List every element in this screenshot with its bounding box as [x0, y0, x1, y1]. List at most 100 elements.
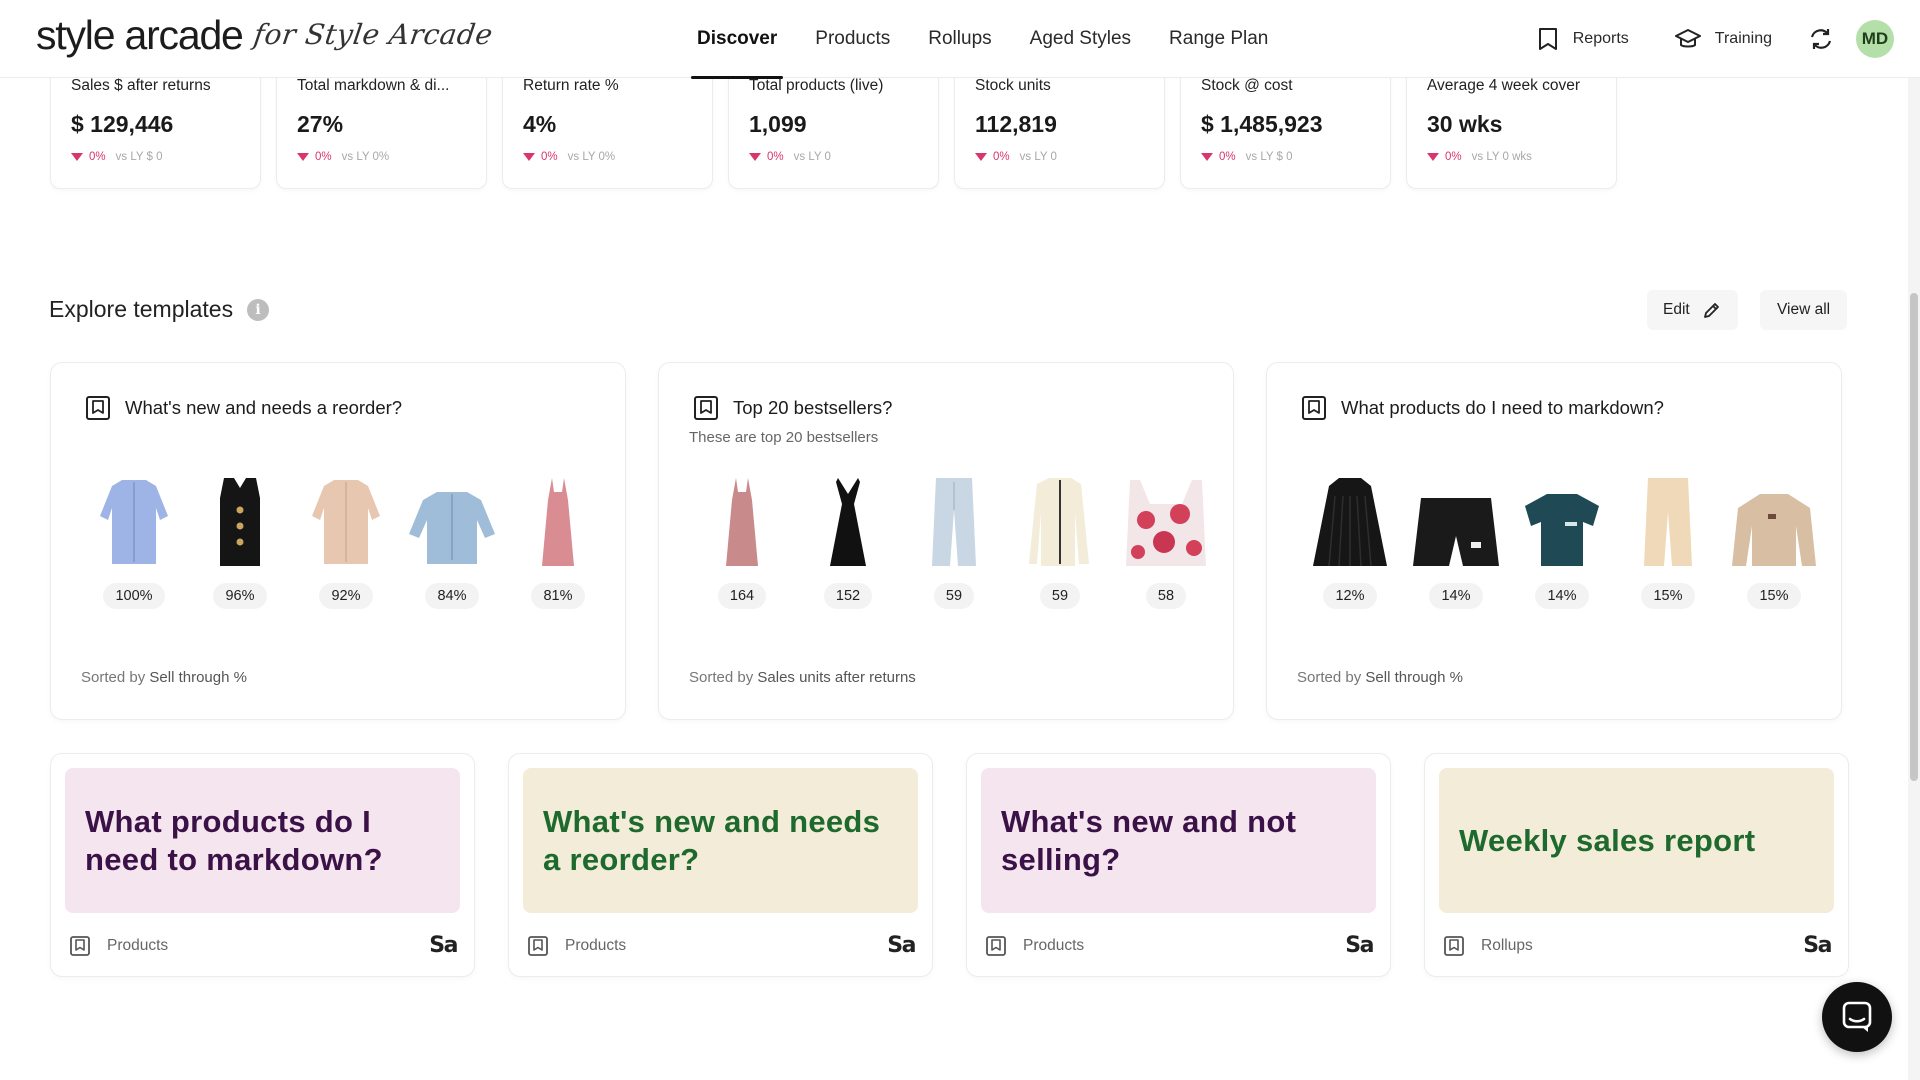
kpi-card-week-cover[interactable]: Average 4 week cover 30 wks 0% vs LY 0 wk… — [1406, 62, 1617, 189]
product-item[interactable]: 96% — [187, 473, 293, 609]
product-item[interactable]: 12% — [1297, 473, 1403, 609]
training-label: Training — [1714, 30, 1772, 47]
product-image — [1121, 473, 1211, 568]
product-image — [1729, 473, 1819, 568]
sa-logo-icon: Sa — [429, 933, 458, 958]
product-item[interactable]: 15% — [1615, 473, 1721, 609]
report-footer: Products Sa — [985, 933, 1374, 958]
brand-logo[interactable]: style arcade — [36, 12, 244, 59]
product-item[interactable]: 15% — [1721, 473, 1827, 609]
kpi-card-stock-units[interactable]: Stock units 112,819 0% vs LY 0 — [954, 62, 1165, 189]
product-image — [89, 473, 179, 568]
bookmark-icon — [70, 935, 90, 956]
tab-rollups[interactable]: Rollups — [909, 0, 1010, 78]
kpi-card-return-rate[interactable]: Return rate % 4% 0% vs LY 0% — [502, 62, 713, 189]
report-title: What's new and not selling? — [981, 768, 1376, 913]
report-category: Products — [1023, 936, 1085, 954]
delta-percent: 0% — [89, 151, 106, 163]
kpi-label: Sales $ after returns — [71, 77, 211, 94]
report-card-weekly-sales[interactable]: Weekly sales report Rollups Sa — [1424, 753, 1849, 977]
kpi-label: Stock @ cost — [1201, 77, 1293, 94]
product-item[interactable]: 152 — [795, 473, 901, 609]
delta-percent: 0% — [1219, 151, 1236, 163]
product-metric: 59 — [933, 583, 975, 609]
report-title: What products do I need to markdown? — [65, 768, 460, 913]
report-card-reorder[interactable]: What's new and needs a reorder? Products… — [508, 753, 933, 977]
sort-prefix: Sorted by — [81, 669, 146, 686]
down-arrow-icon — [1427, 153, 1439, 161]
product-item[interactable]: 164 — [689, 473, 795, 609]
product-image — [407, 473, 497, 568]
product-image — [803, 473, 893, 568]
report-card-not-selling[interactable]: What's new and not selling? Products Sa — [966, 753, 1391, 977]
down-arrow-icon — [297, 153, 309, 161]
product-image — [697, 473, 787, 568]
pencil-icon — [1703, 303, 1719, 318]
product-item[interactable]: 59 — [901, 473, 1007, 609]
product-item[interactable]: 14% — [1403, 473, 1509, 609]
scrollbar-thumb[interactable] — [1910, 293, 1918, 781]
report-card-markdown[interactable]: What products do I need to markdown? Pro… — [50, 753, 475, 977]
product-item[interactable]: 59 — [1007, 473, 1113, 609]
tab-aged-styles[interactable]: Aged Styles — [1011, 0, 1150, 78]
product-metric: 81% — [531, 583, 585, 609]
tab-discover[interactable]: Discover — [678, 0, 796, 79]
tab-products[interactable]: Products — [796, 0, 909, 78]
kpi-value: 27% — [297, 111, 344, 137]
kpi-value: 4% — [523, 111, 557, 137]
edit-button[interactable]: Edit — [1647, 290, 1738, 330]
kpi-card-sales[interactable]: Sales $ after returns $ 129,446 0% vs LY … — [50, 62, 261, 189]
delta-percent: 0% — [541, 151, 558, 163]
product-item[interactable]: 100% — [81, 473, 187, 609]
page-scrollbar[interactable] — [1908, 78, 1920, 1080]
avatar[interactable]: MD — [1856, 20, 1894, 58]
product-metric: 100% — [103, 583, 165, 609]
kpi-card-stock-cost[interactable]: Stock @ cost $ 1,485,923 0% vs LY $ 0 — [1180, 62, 1391, 189]
delta-last-year: vs LY 0 — [793, 151, 831, 163]
product-item[interactable]: 92% — [293, 473, 399, 609]
delta-percent: 0% — [993, 151, 1010, 163]
sa-logo-icon: Sa — [887, 933, 916, 958]
product-image — [195, 473, 285, 568]
down-arrow-icon — [975, 153, 987, 161]
product-item[interactable]: 81% — [505, 473, 611, 609]
product-item[interactable]: 58 — [1113, 473, 1219, 609]
kpi-value: $ 1,485,923 — [1201, 111, 1323, 137]
product-metric: 164 — [717, 583, 767, 609]
template-card-markdown[interactable]: What products do I need to markdown? 12%… — [1266, 362, 1842, 720]
product-metric: 14% — [1535, 583, 1589, 609]
sort-info: Sorted by Sales units after returns — [689, 669, 916, 686]
delta-last-year: vs LY 0% — [341, 151, 390, 163]
sync-icon[interactable] — [1808, 27, 1834, 51]
sort-prefix: Sorted by — [689, 669, 754, 686]
tab-range-plan[interactable]: Range Plan — [1150, 0, 1287, 78]
chat-launcher-button[interactable] — [1822, 982, 1892, 1052]
bookmark-icon — [694, 396, 718, 420]
kpi-delta: 0% vs LY 0 — [749, 151, 918, 163]
explore-title: Explore templates — [49, 296, 234, 322]
down-arrow-icon — [523, 153, 535, 161]
kpi-delta: 0% vs LY $ 0 — [1201, 151, 1370, 163]
product-metric: 58 — [1145, 583, 1187, 609]
kpi-delta: 0% vs LY 0% — [523, 151, 692, 163]
kpi-label: Stock units — [975, 77, 1051, 94]
info-icon[interactable]: i — [247, 298, 270, 321]
product-item[interactable]: 84% — [399, 473, 505, 609]
reports-button[interactable]: Reports — [1537, 27, 1629, 51]
kpi-card-markdown[interactable]: Total markdown & di... 27% 0% vs LY 0% — [276, 62, 487, 189]
delta-last-year: vs LY $ 0 — [115, 151, 163, 163]
product-metric: 14% — [1429, 583, 1483, 609]
template-card-reorder[interactable]: What's new and needs a reorder? 100% 96%… — [50, 362, 626, 720]
kpi-card-total-products[interactable]: Total products (live) 1,099 0% vs LY 0 — [728, 62, 939, 189]
delta-percent: 0% — [767, 151, 784, 163]
template-card-bestsellers[interactable]: Top 20 bestsellers? These are top 20 bes… — [658, 362, 1234, 720]
sa-logo-icon: Sa — [1803, 933, 1832, 958]
product-item[interactable]: 14% — [1509, 473, 1615, 609]
report-category: Rollups — [1481, 936, 1533, 954]
training-button[interactable]: Training — [1674, 28, 1772, 50]
sort-field: Sell through % — [1365, 669, 1463, 686]
template-title: What products do I need to markdown? — [1341, 397, 1664, 418]
view-all-button[interactable]: View all — [1760, 290, 1848, 330]
kpi-value: 112,819 — [975, 111, 1057, 137]
product-image — [301, 473, 391, 568]
